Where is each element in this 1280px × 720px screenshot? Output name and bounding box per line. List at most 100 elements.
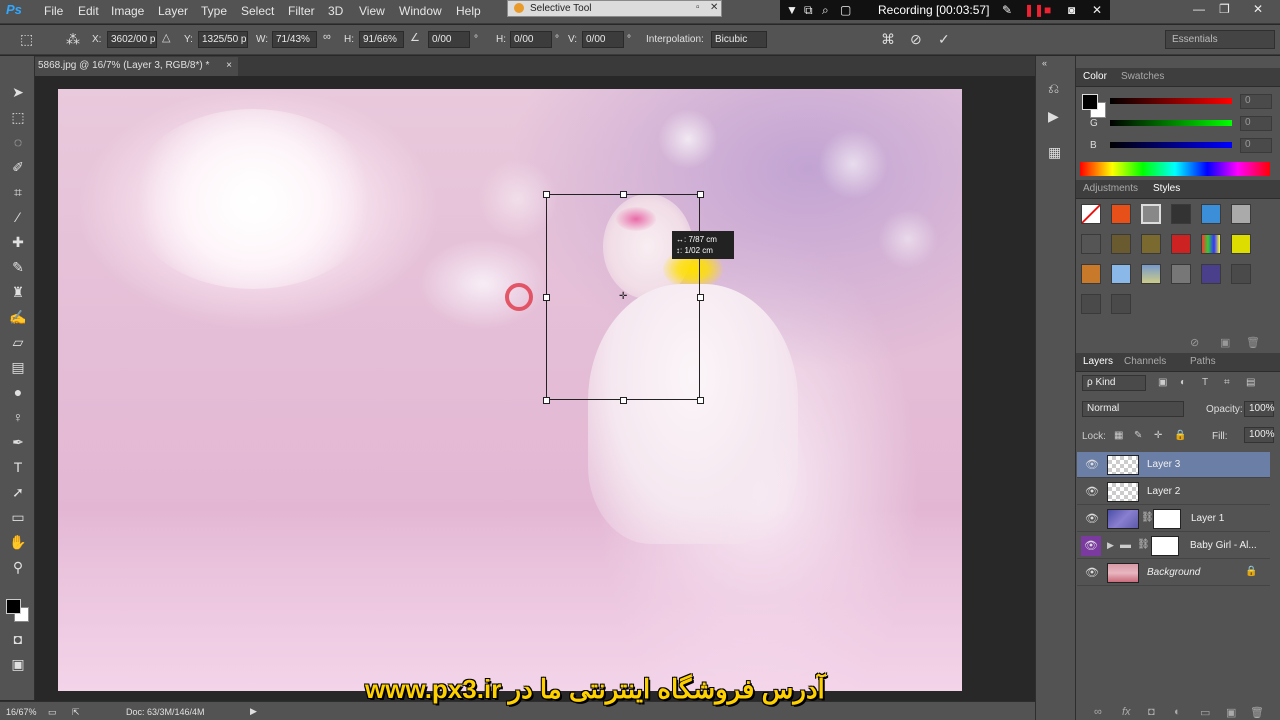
collapse-icon[interactable]: ▼ [786,3,798,17]
new-layer-icon[interactable]: ▣ [1226,706,1236,719]
layer-name[interactable]: Background [1147,567,1200,578]
stop-icon[interactable]: ■ [1044,3,1051,17]
fill-field[interactable]: 100% [1244,427,1275,443]
tab-adjustments[interactable]: Adjustments [1083,183,1138,194]
layer-name[interactable]: Baby Girl - Al... [1190,540,1257,551]
menu-edit[interactable]: Edit [78,4,99,18]
layer-row[interactable]: 👁 Layer 2 [1077,479,1270,505]
expand-arrow-icon[interactable]: ▶ [1107,540,1114,551]
lock-position-icon[interactable]: ✛ [1154,430,1162,441]
minimize-icon[interactable]: — [1193,2,1205,16]
transform-handle[interactable] [697,294,704,301]
style-swatch[interactable] [1201,264,1221,284]
zoom-level[interactable]: 16/67% [6,707,37,717]
tab-swatches[interactable]: Swatches [1121,71,1164,82]
visibility-eye-icon[interactable]: 👁 [1085,566,1099,579]
style-swatch[interactable] [1171,234,1191,254]
status-menu-arrow-icon[interactable]: ▶ [250,706,257,717]
transform-tool-icon[interactable]: ⬚ [20,31,33,48]
style-swatch[interactable] [1171,264,1191,284]
layer-mask-thumbnail[interactable] [1151,536,1179,556]
move-tool-icon[interactable]: ➤ [8,82,28,102]
blend-mode-select[interactable]: Normal [1082,401,1184,417]
green-slider[interactable]: G 0 [1084,116,1279,132]
tab-channels[interactable]: Channels [1124,356,1166,367]
marquee-tool-icon[interactable]: ⬚ [8,107,28,127]
lock-all-icon[interactable]: 🔒 [1174,430,1186,441]
lasso-tool-icon[interactable]: ◌ [8,132,28,152]
gradient-tool-icon[interactable]: ▤ [8,357,28,377]
menu-image[interactable]: Image [111,4,144,18]
tab-paths[interactable]: Paths [1190,356,1216,367]
style-swatch[interactable] [1081,264,1101,284]
style-swatch[interactable] [1231,204,1251,224]
style-swatch[interactable] [1111,264,1131,284]
share-icon[interactable]: ⇱ [72,707,80,718]
layer-name[interactable]: Layer 1 [1191,513,1224,524]
quick-select-tool-icon[interactable]: ✐ [8,157,28,177]
quick-mask-icon[interactable]: ◘ [8,629,28,649]
close-icon[interactable]: × [226,60,232,71]
hskew-field[interactable]: 0/00 [510,31,552,48]
layer-filter-select[interactable]: ρ Kind [1082,375,1146,391]
tab-layers[interactable]: Layers [1083,356,1113,367]
menu-view[interactable]: View [359,4,385,18]
selective-tool-window[interactable]: Selective Tool ▫ ✕ [507,0,722,17]
adjustment-layer-icon[interactable]: ◐ [1174,706,1181,718]
transform-handle[interactable] [543,294,550,301]
transform-handle[interactable] [697,191,704,198]
transform-handle[interactable] [620,397,627,404]
close-icon[interactable]: ✕ [1253,2,1263,16]
history-icon[interactable]: ⎌ [1048,80,1059,97]
clear-style-icon[interactable]: ⊘ [1190,336,1199,349]
crop-tool-icon[interactable]: ⌗ [8,182,28,202]
actions-play-icon[interactable]: ▶ [1048,108,1059,125]
trash-icon[interactable]: 🗑 [1246,336,1260,349]
foreground-color-swatch[interactable] [6,599,21,614]
red-bar[interactable] [1110,98,1232,104]
eyedropper-tool-icon[interactable]: ⁄ [8,207,28,227]
green-bar[interactable] [1110,120,1232,126]
shape-tool-icon[interactable]: ▭ [8,507,28,527]
vskew-field[interactable]: 0/00 [582,31,624,48]
style-swatch[interactable] [1171,204,1191,224]
group-icon[interactable]: ▭ [1200,706,1210,719]
x-field[interactable]: 3602/00 p [107,31,157,48]
style-swatch[interactable] [1141,264,1161,284]
trash-icon[interactable]: 🗑 [1250,706,1264,719]
region-icon[interactable]: ▢ [840,3,851,17]
style-swatch[interactable] [1201,234,1221,254]
dodge-tool-icon[interactable]: ♀ [8,407,28,427]
layer-name[interactable]: Layer 2 [1147,486,1180,497]
red-slider[interactable]: R 0 [1084,94,1279,110]
hand-tool-icon[interactable]: ✋ [8,532,28,552]
link-layers-icon[interactable]: ∞ [1094,706,1102,718]
eraser-tool-icon[interactable]: ▱ [8,332,28,352]
blur-tool-icon[interactable]: ● [8,382,28,402]
y-field[interactable]: 1325/50 p [198,31,248,48]
transform-handle[interactable] [543,397,550,404]
green-value[interactable]: 0 [1240,116,1272,131]
clone-stamp-tool-icon[interactable]: ♜ [8,282,28,302]
close-icon[interactable]: ✕ [710,2,718,13]
pen-icon[interactable]: ✎ [1002,3,1012,17]
layer-group-row[interactable]: 👁 ▶ ▬ ⛓ Baby Girl - Al... [1077,533,1270,559]
style-swatch[interactable] [1141,234,1161,254]
menu-type[interactable]: Type [201,4,227,18]
fx-icon[interactable]: fx [1122,706,1131,718]
style-swatch[interactable] [1201,204,1221,224]
link-icon[interactable]: ∞ [323,31,331,43]
menu-window[interactable]: Window [399,4,442,18]
window-icon[interactable]: ⧉ [804,3,813,18]
pen-tool-icon[interactable]: ✒ [8,432,28,452]
style-swatch[interactable] [1231,234,1251,254]
style-swatch[interactable] [1081,234,1101,254]
restore-icon[interactable]: ▫ [696,2,700,13]
camera-icon[interactable]: ◙ [1068,3,1075,17]
menu-filter[interactable]: Filter [288,4,315,18]
opacity-field[interactable]: 100% [1244,401,1275,417]
workspace-select[interactable]: Essentials [1165,30,1275,49]
filter-adjustment-icon[interactable]: ◐ [1180,377,1186,388]
visibility-eye-icon[interactable]: 👁 [1085,458,1099,471]
relative-position-icon[interactable]: △ [162,31,170,44]
